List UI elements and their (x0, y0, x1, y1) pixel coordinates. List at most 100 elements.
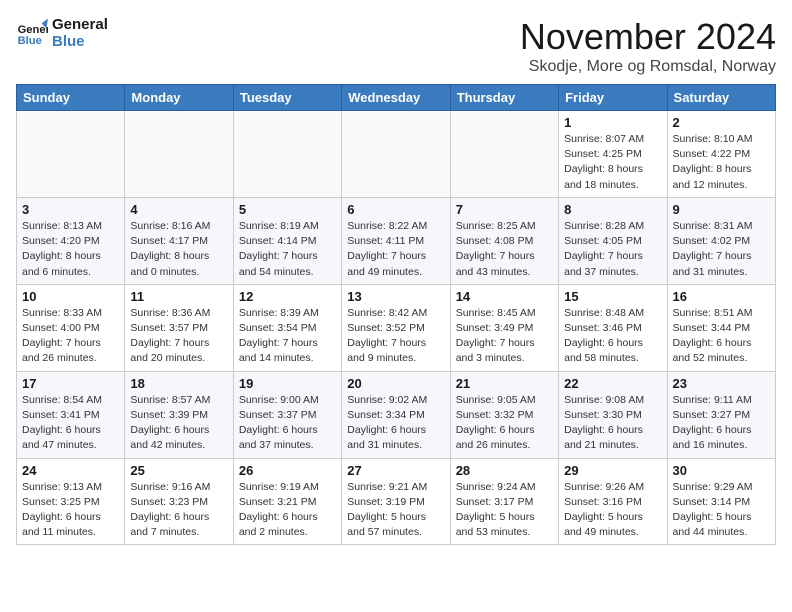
day-cell: 30 Sunrise: 9:29 AM Sunset: 3:14 PM Dayli… (667, 458, 775, 545)
header-row: SundayMondayTuesdayWednesdayThursdayFrid… (17, 85, 776, 111)
day-number: 27 (347, 463, 444, 478)
day-cell: 16 Sunrise: 8:51 AM Sunset: 3:44 PM Dayli… (667, 284, 775, 371)
day-number: 15 (564, 289, 661, 304)
day-info: Sunrise: 8:36 AM Sunset: 3:57 PM Dayligh… (130, 306, 227, 367)
day-number: 29 (564, 463, 661, 478)
day-cell: 9 Sunrise: 8:31 AM Sunset: 4:02 PM Daylig… (667, 197, 775, 284)
week-row-4: 17 Sunrise: 8:54 AM Sunset: 3:41 PM Dayli… (17, 371, 776, 458)
logo: General Blue General Blue (16, 16, 108, 50)
day-cell: 21Sunrise: 9:05 AM Sunset: 3:32 PM Dayli… (450, 371, 558, 458)
day-cell: 6 Sunrise: 8:22 AM Sunset: 4:11 PM Daylig… (342, 197, 450, 284)
day-number: 28 (456, 463, 553, 478)
day-cell: 26 Sunrise: 9:19 AM Sunset: 3:21 PM Dayli… (233, 458, 341, 545)
day-cell: 28 Sunrise: 9:24 AM Sunset: 3:17 PM Dayli… (450, 458, 558, 545)
day-number: 9 (673, 202, 770, 217)
day-number: 26 (239, 463, 336, 478)
week-row-2: 3 Sunrise: 8:13 AM Sunset: 4:20 PM Daylig… (17, 197, 776, 284)
day-info: Sunrise: 9:19 AM Sunset: 3:21 PM Dayligh… (239, 480, 336, 541)
calendar-body: 1Sunrise: 8:07 AM Sunset: 4:25 PM Daylig… (17, 111, 776, 545)
day-number: 19 (239, 376, 336, 391)
day-cell: 20 Sunrise: 9:02 AM Sunset: 3:34 PM Dayli… (342, 371, 450, 458)
day-cell: 7 Sunrise: 8:25 AM Sunset: 4:08 PM Daylig… (450, 197, 558, 284)
week-row-3: 10 Sunrise: 8:33 AM Sunset: 4:00 PM Dayli… (17, 284, 776, 371)
day-cell: 2Sunrise: 8:10 AM Sunset: 4:22 PM Daylig… (667, 111, 775, 198)
title-area: November 2024 Skodje, More og Romsdal, N… (520, 16, 776, 76)
day-info: Sunrise: 9:11 AM Sunset: 3:27 PM Dayligh… (673, 393, 770, 454)
header-thursday: Thursday (450, 85, 558, 111)
day-info: Sunrise: 8:25 AM Sunset: 4:08 PM Dayligh… (456, 219, 553, 280)
header-saturday: Saturday (667, 85, 775, 111)
day-cell: 29 Sunrise: 9:26 AM Sunset: 3:16 PM Dayli… (559, 458, 667, 545)
logo-line2: Blue (52, 33, 108, 50)
day-info: Sunrise: 9:26 AM Sunset: 3:16 PM Dayligh… (564, 480, 661, 541)
day-number: 6 (347, 202, 444, 217)
day-number: 20 (347, 376, 444, 391)
day-info: Sunrise: 8:42 AM Sunset: 3:52 PM Dayligh… (347, 306, 444, 367)
calendar-table: SundayMondayTuesdayWednesdayThursdayFrid… (16, 84, 776, 545)
day-info: Sunrise: 8:28 AM Sunset: 4:05 PM Dayligh… (564, 219, 661, 280)
day-info: Sunrise: 8:07 AM Sunset: 4:25 PM Dayligh… (564, 132, 661, 193)
day-number: 5 (239, 202, 336, 217)
header-friday: Friday (559, 85, 667, 111)
day-number: 7 (456, 202, 553, 217)
day-info: Sunrise: 8:16 AM Sunset: 4:17 PM Dayligh… (130, 219, 227, 280)
day-cell: 5 Sunrise: 8:19 AM Sunset: 4:14 PM Daylig… (233, 197, 341, 284)
svg-text:Blue: Blue (18, 35, 42, 47)
day-cell: 1Sunrise: 8:07 AM Sunset: 4:25 PM Daylig… (559, 111, 667, 198)
day-info: Sunrise: 9:02 AM Sunset: 3:34 PM Dayligh… (347, 393, 444, 454)
week-row-1: 1Sunrise: 8:07 AM Sunset: 4:25 PM Daylig… (17, 111, 776, 198)
day-number: 24 (22, 463, 119, 478)
day-cell (17, 111, 125, 198)
day-number: 21 (456, 376, 553, 391)
day-info: Sunrise: 9:21 AM Sunset: 3:19 PM Dayligh… (347, 480, 444, 541)
day-cell: 14Sunrise: 8:45 AM Sunset: 3:49 PM Dayli… (450, 284, 558, 371)
day-cell: 19 Sunrise: 9:00 AM Sunset: 3:37 PM Dayli… (233, 371, 341, 458)
day-number: 22 (564, 376, 661, 391)
day-cell: 15Sunrise: 8:48 AM Sunset: 3:46 PM Dayli… (559, 284, 667, 371)
day-number: 18 (130, 376, 227, 391)
day-info: Sunrise: 9:29 AM Sunset: 3:14 PM Dayligh… (673, 480, 770, 541)
calendar-header: SundayMondayTuesdayWednesdayThursdayFrid… (17, 85, 776, 111)
day-number: 10 (22, 289, 119, 304)
day-number: 8 (564, 202, 661, 217)
day-cell (342, 111, 450, 198)
day-cell: 3 Sunrise: 8:13 AM Sunset: 4:20 PM Daylig… (17, 197, 125, 284)
day-number: 4 (130, 202, 227, 217)
day-number: 12 (239, 289, 336, 304)
svg-text:General: General (18, 24, 48, 36)
day-info: Sunrise: 9:00 AM Sunset: 3:37 PM Dayligh… (239, 393, 336, 454)
day-cell: 27 Sunrise: 9:21 AM Sunset: 3:19 PM Dayli… (342, 458, 450, 545)
month-title: November 2024 (520, 16, 776, 58)
header-tuesday: Tuesday (233, 85, 341, 111)
day-info: Sunrise: 8:57 AM Sunset: 3:39 PM Dayligh… (130, 393, 227, 454)
day-number: 14 (456, 289, 553, 304)
day-cell: 13 Sunrise: 8:42 AM Sunset: 3:52 PM Dayli… (342, 284, 450, 371)
day-info: Sunrise: 8:33 AM Sunset: 4:00 PM Dayligh… (22, 306, 119, 367)
day-info: Sunrise: 8:51 AM Sunset: 3:44 PM Dayligh… (673, 306, 770, 367)
logo-icon: General Blue (16, 17, 48, 49)
day-number: 13 (347, 289, 444, 304)
header-wednesday: Wednesday (342, 85, 450, 111)
day-number: 3 (22, 202, 119, 217)
day-info: Sunrise: 8:31 AM Sunset: 4:02 PM Dayligh… (673, 219, 770, 280)
day-info: Sunrise: 9:13 AM Sunset: 3:25 PM Dayligh… (22, 480, 119, 541)
day-info: Sunrise: 9:24 AM Sunset: 3:17 PM Dayligh… (456, 480, 553, 541)
day-number: 16 (673, 289, 770, 304)
day-info: Sunrise: 9:16 AM Sunset: 3:23 PM Dayligh… (130, 480, 227, 541)
header-sunday: Sunday (17, 85, 125, 111)
day-number: 17 (22, 376, 119, 391)
day-cell: 18 Sunrise: 8:57 AM Sunset: 3:39 PM Dayli… (125, 371, 233, 458)
day-cell: 23Sunrise: 9:11 AM Sunset: 3:27 PM Dayli… (667, 371, 775, 458)
week-row-5: 24 Sunrise: 9:13 AM Sunset: 3:25 PM Dayli… (17, 458, 776, 545)
day-cell: 22Sunrise: 9:08 AM Sunset: 3:30 PM Dayli… (559, 371, 667, 458)
day-number: 30 (673, 463, 770, 478)
location-subtitle: Skodje, More og Romsdal, Norway (520, 58, 776, 76)
logo-line1: General (52, 16, 108, 33)
day-cell (450, 111, 558, 198)
day-info: Sunrise: 8:19 AM Sunset: 4:14 PM Dayligh… (239, 219, 336, 280)
day-info: Sunrise: 8:54 AM Sunset: 3:41 PM Dayligh… (22, 393, 119, 454)
day-info: Sunrise: 8:22 AM Sunset: 4:11 PM Dayligh… (347, 219, 444, 280)
day-cell: 10 Sunrise: 8:33 AM Sunset: 4:00 PM Dayli… (17, 284, 125, 371)
day-info: Sunrise: 8:13 AM Sunset: 4:20 PM Dayligh… (22, 219, 119, 280)
day-number: 11 (130, 289, 227, 304)
